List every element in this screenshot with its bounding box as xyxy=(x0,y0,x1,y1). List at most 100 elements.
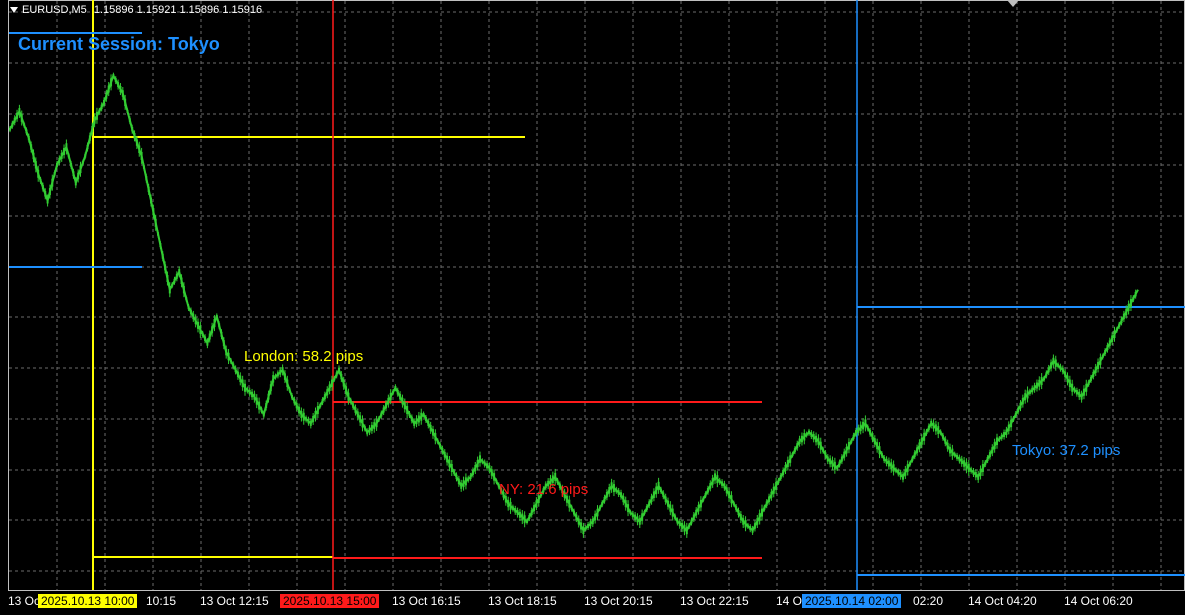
symbol-name: EURUSD,M5 xyxy=(22,4,87,16)
candle-body xyxy=(189,309,192,315)
dropdown-triangle-icon[interactable] xyxy=(10,7,18,14)
candle-body xyxy=(178,269,181,275)
candle-body xyxy=(836,466,839,470)
candle-body xyxy=(373,422,376,430)
candle-body xyxy=(638,518,641,525)
candle-body xyxy=(361,419,364,428)
candle-body xyxy=(56,162,58,167)
candle-body xyxy=(878,446,881,455)
candle-body xyxy=(960,458,963,465)
candle-body xyxy=(629,511,632,515)
candle-body xyxy=(295,402,298,409)
candle-body xyxy=(862,421,865,430)
candle-body xyxy=(37,169,40,178)
candle-body xyxy=(460,482,463,489)
candle-body xyxy=(1047,367,1050,373)
candle-body xyxy=(897,470,900,475)
x-tick-label: 13 Oct 20:15 xyxy=(584,594,653,608)
candle-body xyxy=(756,518,759,525)
candle-body xyxy=(30,144,33,150)
candle-body xyxy=(1082,388,1085,396)
candle-body xyxy=(953,453,956,457)
candle-body xyxy=(956,454,959,459)
candle-body xyxy=(490,469,493,476)
shift-arrow-icon[interactable] xyxy=(1007,0,1019,7)
candle-body xyxy=(16,112,19,119)
candle-body xyxy=(377,417,380,421)
candle-body xyxy=(805,433,808,437)
candle-body xyxy=(401,397,404,405)
x-tick-label: 13 Oc xyxy=(8,594,41,608)
candle-body xyxy=(873,438,876,445)
candle-body xyxy=(507,500,510,508)
candle-body xyxy=(187,305,190,310)
candle-body xyxy=(1075,389,1078,395)
candle-body xyxy=(91,125,94,133)
candle-body xyxy=(328,384,331,391)
candle-body xyxy=(173,278,176,283)
candle-body xyxy=(918,442,921,449)
candle-body xyxy=(1057,363,1060,367)
candle-body xyxy=(1085,383,1088,392)
candle-body xyxy=(161,253,164,259)
candle-body xyxy=(1021,397,1024,405)
candle-body xyxy=(171,283,174,287)
candle-body xyxy=(1118,323,1121,328)
candle-body xyxy=(676,519,679,524)
candle-body xyxy=(732,502,735,506)
candle-body xyxy=(636,516,639,523)
candle-body xyxy=(323,394,326,400)
candle-body xyxy=(88,135,91,141)
candle-body xyxy=(817,437,820,445)
candle-body xyxy=(923,432,926,441)
candle-body xyxy=(709,483,712,489)
candle-body xyxy=(98,109,101,114)
candle-body xyxy=(622,496,625,503)
price-chart[interactable] xyxy=(0,0,1185,615)
candle-body xyxy=(448,459,451,468)
candle-body xyxy=(610,482,613,490)
candle-body xyxy=(446,455,449,463)
chart-area[interactable]: EURUSD,M5 1.15896 1.15921 1.15896 1.1591… xyxy=(0,0,1185,615)
x-tick-label: 02:20 xyxy=(913,594,944,608)
candle-body xyxy=(457,478,460,485)
candle-body xyxy=(105,92,108,99)
candle-body xyxy=(706,488,709,493)
candle-body xyxy=(1113,330,1116,338)
candle-body xyxy=(152,208,155,216)
candle-body xyxy=(347,392,350,401)
candle-body xyxy=(852,434,855,439)
candle-body xyxy=(53,172,56,176)
candle-body xyxy=(904,469,907,476)
candle-body xyxy=(218,323,221,328)
candle-body xyxy=(608,487,611,494)
candle-body xyxy=(415,418,418,425)
candle-body xyxy=(112,74,115,78)
candle-body xyxy=(939,430,942,434)
candle-body xyxy=(810,432,813,437)
candle-body xyxy=(880,452,883,457)
candle-body xyxy=(60,152,63,159)
candle-body xyxy=(951,448,954,457)
candle-body xyxy=(617,490,620,495)
candle-body xyxy=(479,455,481,463)
candle-body xyxy=(434,433,437,441)
candle-body xyxy=(150,197,152,204)
candle-body xyxy=(535,500,538,507)
candle-body xyxy=(674,515,677,519)
candle-body xyxy=(866,426,869,430)
candle-body xyxy=(645,506,648,511)
candle-body xyxy=(998,437,1001,441)
candle-body xyxy=(768,496,771,502)
candle-body xyxy=(824,452,827,457)
candle-body xyxy=(352,403,355,408)
candle-body xyxy=(667,500,669,507)
candle-body xyxy=(25,129,28,134)
candle-body xyxy=(528,515,531,520)
candle-body xyxy=(580,522,583,530)
candle-body xyxy=(979,468,982,476)
candle-body xyxy=(1068,379,1071,388)
candle-body xyxy=(258,401,261,410)
candle-body xyxy=(1115,328,1118,332)
candle-body xyxy=(1134,291,1137,297)
